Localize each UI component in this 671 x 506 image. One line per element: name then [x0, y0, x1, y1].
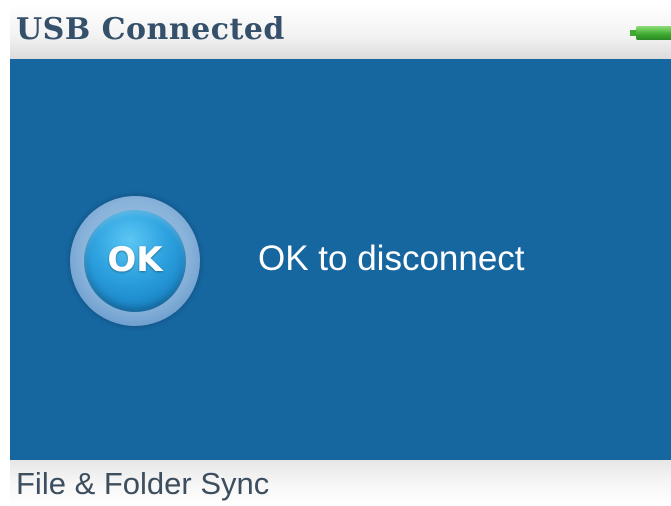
ok-icon: OK	[70, 196, 200, 326]
battery-icon	[630, 26, 671, 40]
ok-badge-label: OK	[107, 240, 163, 280]
battery-level	[636, 26, 671, 40]
device-screen: USB Connected OK OK to disconnect File &…	[10, 4, 671, 506]
status-header: USB Connected	[10, 4, 671, 59]
ok-badge: OK	[84, 210, 186, 312]
header-title: USB Connected	[16, 12, 285, 47]
main-panel: OK OK to disconnect	[10, 59, 671, 460]
disconnect-message: OK to disconnect	[258, 239, 525, 278]
mode-footer: File & Folder Sync	[10, 460, 671, 506]
footer-label: File & Folder Sync	[16, 466, 270, 501]
